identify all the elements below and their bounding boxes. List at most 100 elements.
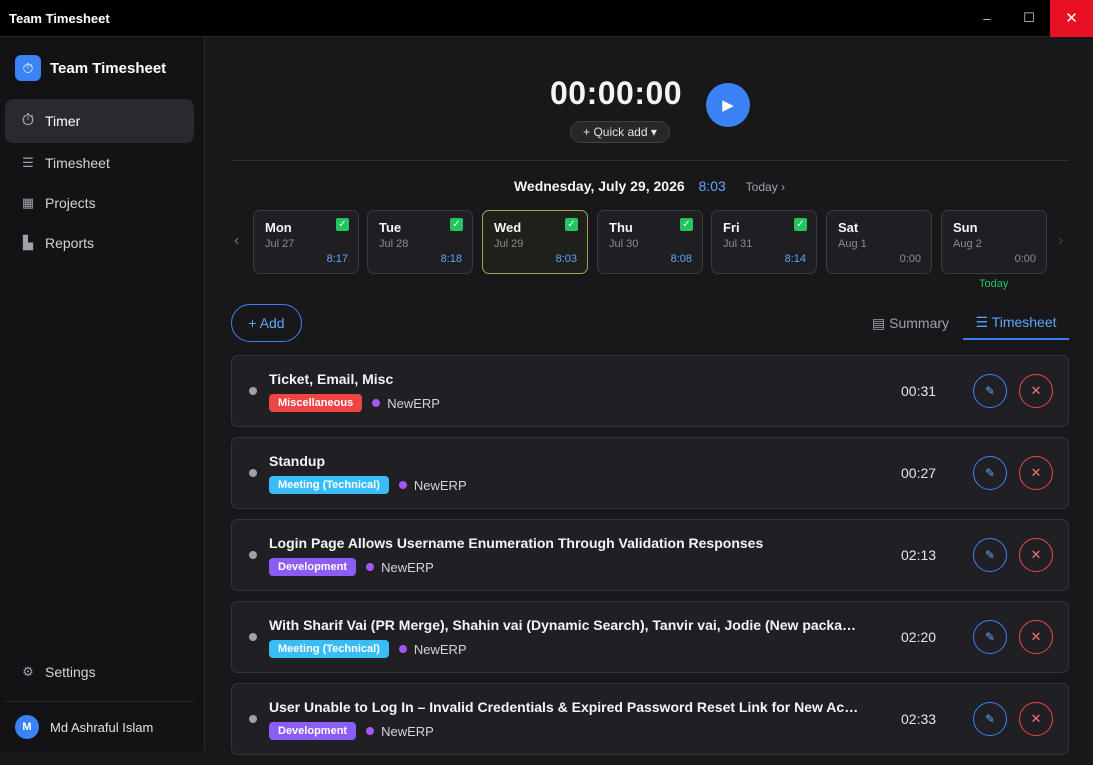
today-link[interactable]: Today › (746, 180, 785, 194)
day-name: Thu (609, 220, 633, 235)
day-date: Jul 31 (723, 238, 753, 250)
project-dot (366, 563, 375, 571)
add-entry-button[interactable]: + Add (231, 304, 302, 342)
project-name: NewERP (381, 723, 434, 739)
window-title: Team Timesheet (9, 10, 110, 26)
delete-button[interactable]: ✕ (1019, 538, 1053, 572)
day-card-tue[interactable]: Tue Jul 28 ✓ 8:18 (367, 210, 473, 274)
day-date: Aug 1 (838, 238, 867, 250)
day-card-thu[interactable]: Thu Jul 30 ✓ 8:08 (597, 210, 703, 274)
day-card-fri[interactable]: Fri Jul 31 ✓ 8:14 (711, 210, 817, 274)
day-card-sun[interactable]: Sun Aug 2 0:00 (941, 210, 1047, 274)
sidebar: ⏱ Team Timesheet ⏱ Timer ☰ Timesheet ▦ P… (0, 37, 205, 751)
edit-button[interactable]: ✎ (973, 538, 1007, 572)
tab-summary[interactable]: ▤ Summary (872, 307, 949, 340)
view-tabs: ▤ Summary ☰ Timesheet (862, 307, 1069, 341)
sidebar-settings: ⚙ Settings (5, 652, 194, 692)
day-hours: 8:17 (326, 253, 348, 265)
status-dot (249, 633, 257, 641)
list-item[interactable]: Standup Meeting (Technical) NewERP 00:27… (231, 437, 1069, 509)
sidebar-item-label: Timesheet (45, 155, 110, 171)
day-name: Fri (723, 220, 740, 235)
status-dot (249, 469, 257, 477)
list-item[interactable]: Login Page Allows Username Enumeration T… (231, 519, 1069, 591)
edit-button[interactable]: ✎ (973, 702, 1007, 736)
gear-icon: ⚙ (22, 664, 34, 679)
project-name: NewERP (387, 395, 440, 411)
day-date: Jul 27 (265, 238, 295, 250)
day-card-wed[interactable]: Wed Jul 29 ✓ 8:03 (482, 210, 588, 274)
entry-duration: 02:20 (901, 629, 937, 645)
delete-button[interactable]: ✕ (1019, 702, 1053, 736)
entry-meta: Development NewERP (269, 558, 434, 576)
status-dot (249, 715, 257, 723)
timer-display: 00:00:00 (550, 75, 683, 111)
sidebar-item-reports[interactable]: ▙ Reports (5, 223, 194, 263)
sidebar-item-timer[interactable]: ⏱ Timer (5, 99, 194, 143)
project-name: NewERP (413, 477, 467, 493)
day-hours: 8:08 (670, 253, 692, 265)
timer-area: 00:00:00 ▶ + Quick add ▾ (206, 73, 1093, 153)
day-hours: 8:14 (784, 253, 806, 265)
delete-button[interactable]: ✕ (1019, 620, 1053, 654)
close-window-button[interactable]: ✕ (1050, 0, 1093, 37)
user-profile[interactable]: M Md Ashraful Islam (15, 715, 153, 739)
day-name: Sun (953, 220, 978, 235)
close-icon: ✕ (1030, 711, 1042, 726)
minimize-button[interactable]: – (966, 0, 1008, 37)
week-strip: ‹ › Mon Jul 27 ✓ 8:17 Tue Jul 28 ✓ 8:18 … (206, 210, 1093, 290)
start-timer-button[interactable]: ▶ (706, 83, 750, 127)
list-item[interactable]: With Sharif Vai (PR Merge), Shahin vai (… (231, 601, 1069, 673)
current-day-total: 8:03 (698, 178, 726, 194)
check-icon: ✓ (680, 218, 693, 231)
day-name: Wed (494, 220, 522, 235)
status-dot (249, 551, 257, 559)
project-dot (398, 645, 407, 653)
delete-button[interactable]: ✕ (1019, 456, 1053, 490)
tab-timesheet[interactable]: ☰ Timesheet (963, 307, 1069, 340)
sidebar-item-label: Settings (45, 664, 96, 680)
list-item[interactable]: User Unable to Log In – Invalid Credenti… (231, 683, 1069, 755)
pencil-icon: ✎ (984, 548, 996, 562)
pencil-icon: ✎ (984, 712, 996, 726)
category-tag: Meeting (Technical) (269, 640, 389, 658)
edit-button[interactable]: ✎ (973, 374, 1007, 408)
list-item[interactable]: Ticket, Email, Misc Miscellaneous NewERP… (231, 355, 1069, 427)
category-tag: Development (269, 558, 357, 576)
user-name: Md Ashraful Islam (50, 719, 154, 735)
entry-meta: Meeting (Technical) NewERP (269, 640, 467, 658)
stopwatch-icon: ⏱ (21, 112, 35, 129)
delete-button[interactable]: ✕ (1019, 374, 1053, 408)
entry-title: Standup (269, 453, 325, 469)
status-dot (249, 387, 257, 395)
check-icon: ✓ (565, 218, 578, 231)
sidebar-item-label: Reports (45, 235, 95, 251)
chevron-right-icon[interactable]: › (1058, 232, 1063, 250)
chevron-left-icon[interactable]: ‹ (234, 232, 239, 250)
entry-title: Ticket, Email, Misc (269, 371, 394, 387)
pencil-icon: ✎ (984, 630, 996, 644)
quick-add-button[interactable]: + Quick add ▾ (570, 121, 670, 143)
brand-name: Team Timesheet (50, 59, 167, 77)
day-date: Jul 28 (379, 238, 409, 250)
pencil-icon: ✎ (984, 384, 996, 398)
brand: ⏱ Team Timesheet (15, 55, 166, 81)
entry-duration: 00:27 (901, 465, 937, 481)
maximize-button[interactable]: ☐ (1008, 0, 1050, 37)
chart-icon: ▙ (23, 235, 33, 250)
entry-title: User Unable to Log In – Invalid Credenti… (269, 699, 864, 715)
stopwatch-logo-icon: ⏱ (15, 55, 41, 81)
sidebar-item-projects[interactable]: ▦ Projects (5, 183, 194, 223)
edit-button[interactable]: ✎ (973, 620, 1007, 654)
sidebar-item-timesheet[interactable]: ☰ Timesheet (5, 143, 194, 183)
day-card-sat[interactable]: Sat Aug 1 0:00 (826, 210, 932, 274)
project-dot (398, 481, 407, 489)
day-hours: 8:18 (440, 253, 462, 265)
day-card-mon[interactable]: Mon Jul 27 ✓ 8:17 (253, 210, 359, 274)
today-label: Today (979, 278, 1009, 290)
sidebar-item-label: Timer (45, 113, 81, 129)
sidebar-item-settings[interactable]: ⚙ Settings (5, 652, 194, 692)
edit-button[interactable]: ✎ (973, 456, 1007, 490)
day-date: Aug 2 (953, 238, 982, 250)
avatar: M (15, 715, 39, 739)
